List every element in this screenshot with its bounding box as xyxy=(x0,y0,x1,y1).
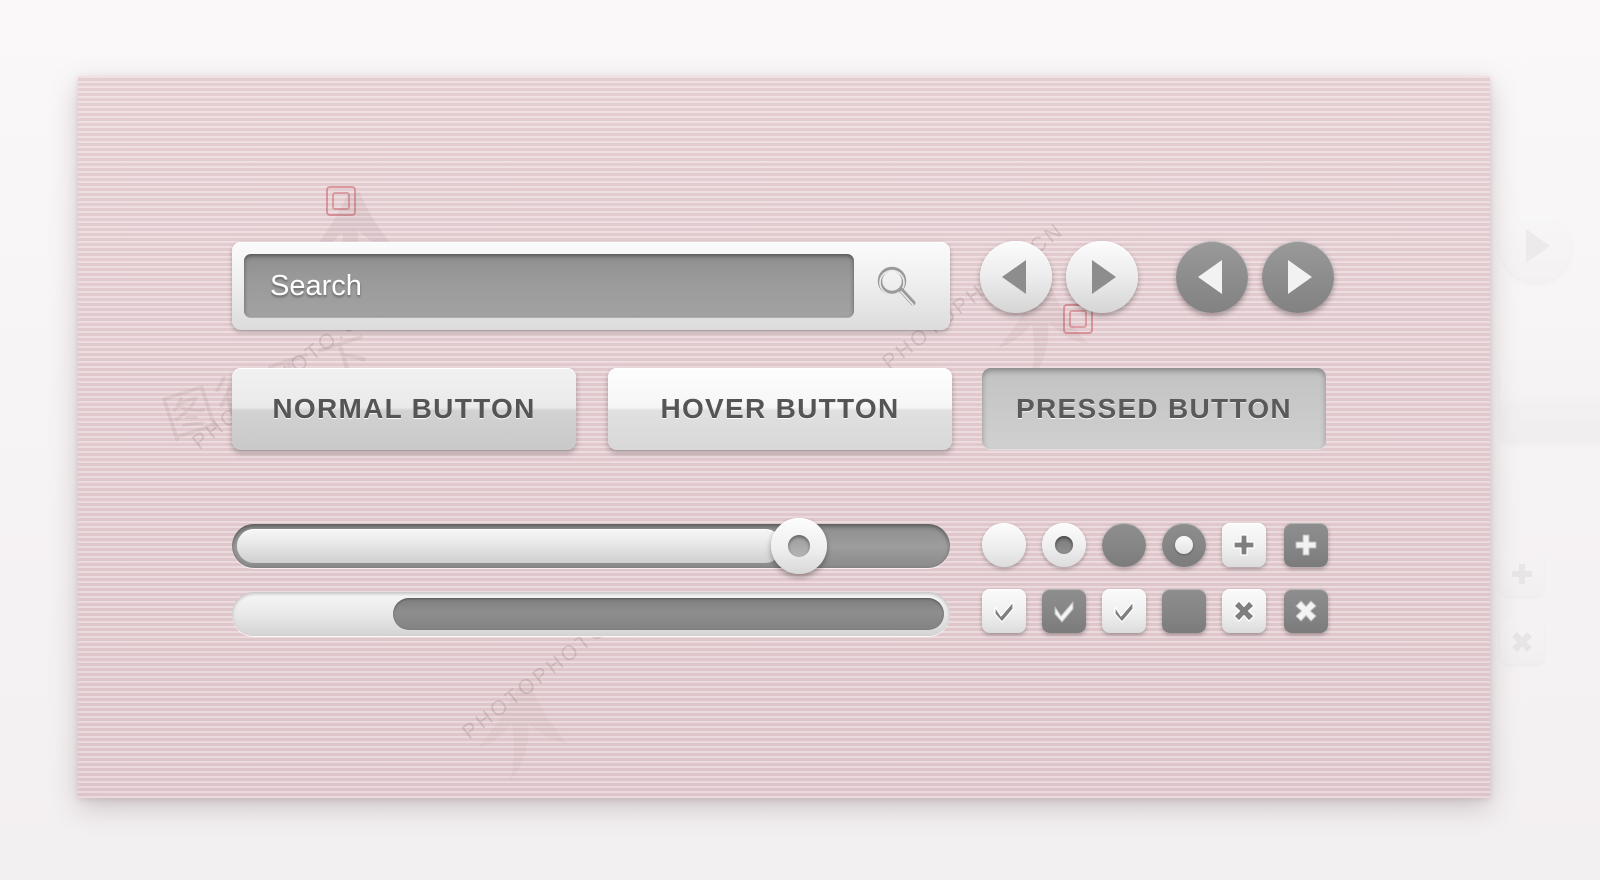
checkbox-checked-dark[interactable] xyxy=(1042,589,1086,633)
hover-button-label: HOVER BUTTON xyxy=(660,393,900,424)
checkbox-empty-dark[interactable] xyxy=(1162,589,1206,633)
normal-button-label: NORMAL BUTTON xyxy=(272,393,536,424)
slider-fill xyxy=(237,529,782,563)
progress-bar-fill xyxy=(393,598,944,630)
checkbox-checked-light-1[interactable] xyxy=(982,589,1026,633)
watermark-seal-icon xyxy=(326,186,356,216)
search-placeholder: Search xyxy=(270,269,362,302)
page-root: PHOTOPHOTO.CN PHOTOPHOTO.CN PHOTOPHOTO.C… xyxy=(0,0,1600,880)
plus-icon xyxy=(1295,534,1317,556)
radio-selected-light[interactable] xyxy=(1042,523,1086,567)
caret-left-icon xyxy=(1198,260,1222,294)
search-button[interactable] xyxy=(854,262,938,310)
check-icon xyxy=(994,601,1014,623)
ghost-close-button xyxy=(1500,620,1544,664)
plus-icon xyxy=(1512,564,1532,584)
check-icon xyxy=(1114,601,1134,623)
nav-prev-light-button[interactable] xyxy=(980,241,1052,313)
cross-icon xyxy=(1233,600,1255,622)
close-button-light[interactable] xyxy=(1222,589,1266,633)
radio-unselected-dark[interactable] xyxy=(1102,523,1146,567)
caret-right-icon xyxy=(1526,229,1550,263)
slider-handle[interactable] xyxy=(771,518,827,574)
normal-button[interactable]: NORMAL BUTTON xyxy=(232,368,576,450)
cross-icon xyxy=(1512,632,1532,652)
pressed-button-label: PRESSED BUTTON xyxy=(1016,393,1292,424)
plus-button-light[interactable] xyxy=(1222,523,1266,567)
plus-icon xyxy=(1233,534,1255,556)
ghost-plus-button xyxy=(1500,552,1544,596)
watermark-dancer-icon-3 xyxy=(478,684,568,780)
radio-unselected-light[interactable] xyxy=(982,523,1026,567)
plus-button-dark[interactable] xyxy=(1284,523,1328,567)
progress-bar-track xyxy=(232,592,950,636)
nav-next-light-button[interactable] xyxy=(1066,241,1138,313)
cross-icon xyxy=(1295,600,1317,622)
radio-dot-icon xyxy=(1175,536,1193,554)
caret-left-icon xyxy=(1002,260,1026,294)
search-icon xyxy=(877,266,916,306)
search-bar[interactable]: Search xyxy=(232,242,950,330)
search-input[interactable]: Search xyxy=(244,254,854,318)
checkbox-checked-light-2[interactable] xyxy=(1102,589,1146,633)
nav-prev-dark-button[interactable] xyxy=(1176,241,1248,313)
close-button-dark[interactable] xyxy=(1284,589,1328,633)
ghost-nav-button xyxy=(1500,210,1572,282)
check-icon xyxy=(1054,601,1074,623)
radio-dot-icon xyxy=(1055,536,1073,554)
caret-right-icon xyxy=(1288,260,1312,294)
ghost-button xyxy=(1500,360,1600,442)
caret-right-icon xyxy=(1092,260,1116,294)
hover-button[interactable]: HOVER BUTTON xyxy=(608,368,952,450)
pressed-button[interactable]: PRESSED BUTTON xyxy=(982,368,1326,450)
radio-selected-dark[interactable] xyxy=(1162,523,1206,567)
nav-next-dark-button[interactable] xyxy=(1262,241,1334,313)
slider-track[interactable] xyxy=(232,518,950,574)
